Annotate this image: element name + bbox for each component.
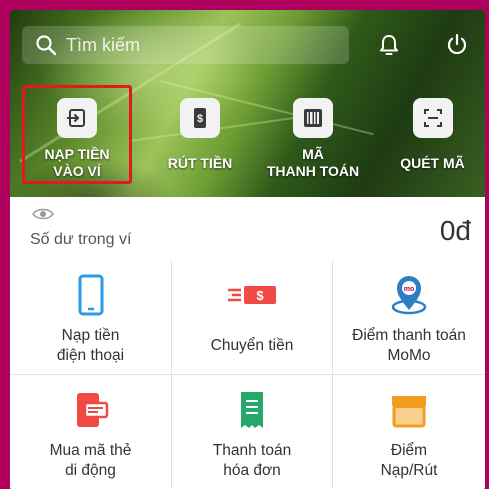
notification-button[interactable] bbox=[372, 28, 406, 62]
service-transfer[interactable]: $ Chuyển tiền bbox=[172, 260, 333, 375]
balance-section: Số dư trong ví 0đ bbox=[10, 197, 485, 260]
bell-icon bbox=[380, 35, 398, 55]
app-screen: Tìm kiếm NẠP TIỀN VÀO VÍ $ RÚT TIỀN MÃ T… bbox=[10, 10, 485, 489]
mobile-card-icon bbox=[73, 389, 109, 431]
service-label: Thanh toán hóa đơn bbox=[212, 442, 292, 479]
search-icon bbox=[36, 35, 57, 56]
svg-text:$: $ bbox=[197, 113, 203, 125]
balance-value: 0đ bbox=[439, 215, 471, 246]
withdraw-icon: $ bbox=[180, 98, 220, 138]
service-label: Điểm Nạp/Rút bbox=[380, 442, 438, 479]
service-label: Chuyển tiền bbox=[210, 337, 294, 354]
service-pay-bill[interactable]: Thanh toán hóa đơn bbox=[172, 375, 333, 489]
eye-icon[interactable] bbox=[32, 207, 54, 221]
svg-text:mo: mo bbox=[404, 286, 415, 293]
phone-icon bbox=[78, 274, 104, 316]
action-label: RÚT TIỀN bbox=[167, 155, 233, 171]
scan-code-button[interactable]: QUÉT MÃ bbox=[385, 90, 480, 190]
action-label: MÃ THANH TOÁN bbox=[266, 146, 360, 179]
service-momo-points[interactable]: mo Điểm thanh toán MoMo bbox=[333, 260, 485, 375]
withdraw-button[interactable]: $ RÚT TIỀN bbox=[150, 90, 250, 190]
service-deposit-withdraw-points[interactable]: Điểm Nạp/Rút bbox=[333, 375, 485, 489]
search-placeholder: Tìm kiếm bbox=[66, 34, 140, 55]
payment-code-button[interactable]: MÃ THANH TOÁN bbox=[258, 90, 368, 190]
service-label: Điểm thanh toán MoMo bbox=[352, 327, 466, 364]
balance-label: Số dư trong ví bbox=[30, 231, 132, 248]
svg-text:$: $ bbox=[256, 288, 264, 303]
header-banner: Tìm kiếm NẠP TIỀN VÀO VÍ $ RÚT TIỀN MÃ T… bbox=[10, 10, 485, 197]
logout-button[interactable] bbox=[440, 28, 474, 62]
highlight-box bbox=[22, 85, 132, 184]
power-icon bbox=[447, 33, 467, 55]
search-input[interactable]: Tìm kiếm bbox=[22, 26, 349, 64]
action-label: QUÉT MÃ bbox=[400, 155, 465, 171]
service-topup-phone[interactable]: Nạp tiền điện thoại bbox=[10, 260, 172, 375]
service-buy-card[interactable]: Mua mã thẻ di động bbox=[10, 375, 172, 489]
store-icon bbox=[390, 389, 428, 431]
barcode-icon bbox=[293, 98, 333, 138]
money-transfer-icon: $ bbox=[226, 274, 278, 316]
bill-icon bbox=[239, 389, 265, 431]
service-label: Mua mã thẻ di động bbox=[49, 442, 132, 479]
momo-location-icon: mo bbox=[389, 274, 429, 316]
services-grid: Nạp tiền điện thoại $ Chuyển tiền mo Điể… bbox=[10, 260, 485, 489]
scan-icon bbox=[412, 98, 453, 138]
service-label: Nạp tiền điện thoại bbox=[56, 327, 125, 364]
